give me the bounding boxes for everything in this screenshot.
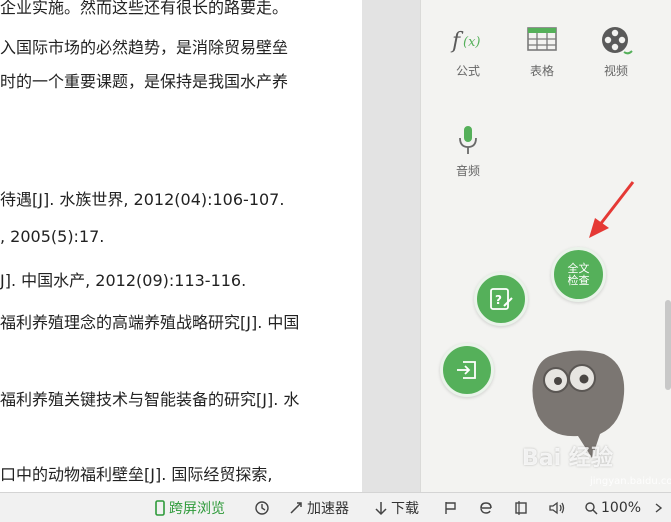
export-button[interactable] xyxy=(440,343,494,397)
flag-button[interactable] xyxy=(444,498,461,518)
accelerator-label: 加速器 xyxy=(307,501,349,517)
tool-audio-label: 音频 xyxy=(455,164,480,178)
status-menu-button[interactable] xyxy=(652,498,669,518)
phone-icon xyxy=(155,500,165,516)
download-label: 下载 xyxy=(391,501,419,517)
svg-text:f: f xyxy=(450,29,464,54)
svg-text:?: ? xyxy=(495,293,502,307)
full-text-check-button[interactable]: 全文 检查 xyxy=(551,247,606,302)
chevron-right-icon xyxy=(655,503,663,513)
formula-icon: f (x) xyxy=(438,24,498,58)
flag-icon xyxy=(445,502,456,514)
video-icon xyxy=(586,24,646,58)
screenshot-button[interactable] xyxy=(514,498,533,518)
table-icon xyxy=(512,24,572,58)
doc-text-line: 福利养殖理念的高端养殖战略研究[J]. 中国 xyxy=(0,313,300,332)
doc-text-line: 待遇[J]. 水族世界, 2012(04):106-107. xyxy=(0,190,285,209)
watermark: Bai 经验 xyxy=(522,446,613,471)
help-edit-icon: ? xyxy=(490,288,513,310)
doc-text-line: 口中的动物福利壁垒[J]. 国际经贸探索, xyxy=(0,465,273,484)
rocket-icon xyxy=(290,502,302,514)
full-text-check-label: 全文 检查 xyxy=(567,261,590,287)
magnifier-icon xyxy=(585,502,598,515)
download-button[interactable]: 下载 xyxy=(374,498,419,518)
doc-text-line: 企业实施。然而这些还有很长的路要走。 xyxy=(0,0,289,17)
zoom-level: 100% xyxy=(601,500,642,516)
tool-table-label: 表格 xyxy=(529,64,554,78)
document-page[interactable]: 企业实施。然而这些还有很长的路要走。 入国际市场的必然趋势，是消除贸易壁垒 时的… xyxy=(0,0,362,492)
doc-text-line: 入国际市场的必然趋势，是消除贸易壁垒 xyxy=(0,38,289,57)
tool-formula-label: 公式 xyxy=(455,64,480,78)
cross-screen-browse-button[interactable]: 跨屏浏览 xyxy=(154,498,225,518)
tool-audio[interactable]: 音频 xyxy=(438,124,498,179)
page-gutter xyxy=(362,0,420,492)
tool-video-label: 视频 xyxy=(603,64,628,78)
tool-video[interactable]: 视频 xyxy=(586,24,646,79)
watermark-url: jingyan.baidu.com xyxy=(590,476,671,487)
doc-text-line: , 2005(5):17. xyxy=(0,227,105,246)
cross-screen-label: 跨屏浏览 xyxy=(169,501,225,517)
status-bar: 跨屏浏览 加速器 下载 100% xyxy=(0,492,671,522)
accelerator-button[interactable]: 加速器 xyxy=(288,498,349,518)
speaker-icon xyxy=(549,501,565,515)
doc-text-line: 福利养殖关键技术与智能装备的研究[J]. 水 xyxy=(0,390,300,409)
history-icon xyxy=(255,501,269,515)
svg-text:(x): (x) xyxy=(463,35,480,50)
microphone-icon xyxy=(438,124,498,158)
export-icon xyxy=(457,361,476,379)
help-edit-button[interactable]: ? xyxy=(474,272,528,326)
zoom-control[interactable]: 100% xyxy=(584,498,641,518)
screenshot-icon xyxy=(515,501,527,515)
doc-text-line: 时的一个重要课题，是保持是我国水产养 xyxy=(0,72,289,91)
history-button[interactable] xyxy=(254,498,273,518)
download-arrow-icon xyxy=(375,502,387,516)
red-arrow-annotation xyxy=(589,181,635,238)
tool-formula[interactable]: f (x) 公式 xyxy=(438,24,498,79)
volume-button[interactable] xyxy=(548,498,569,518)
doc-text-line: J]. 中国水产, 2012(09):113-116. xyxy=(0,271,247,290)
browser-button[interactable] xyxy=(478,498,497,518)
panel-scrollbar[interactable] xyxy=(665,300,671,390)
browser-e-icon xyxy=(480,502,492,514)
tool-table[interactable]: 表格 xyxy=(512,24,572,79)
